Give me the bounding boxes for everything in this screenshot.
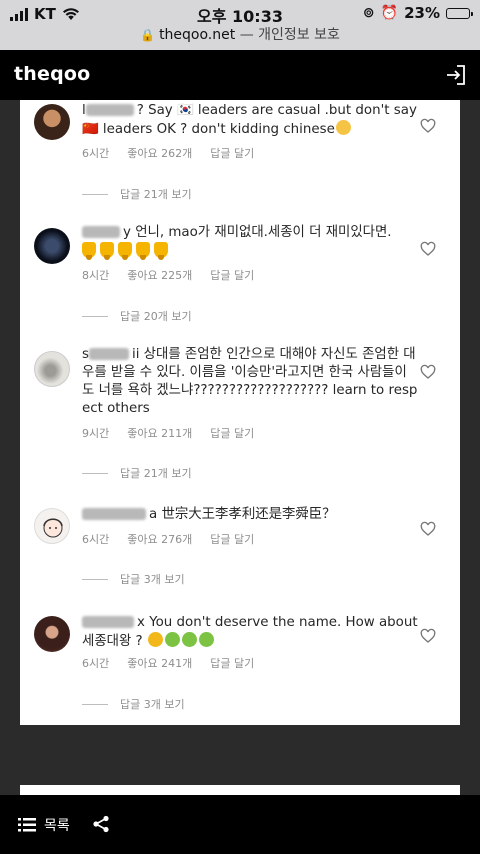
heart-icon[interactable] xyxy=(420,521,436,537)
share-icon[interactable] xyxy=(92,815,110,833)
reply-button[interactable]: 답글 달기 xyxy=(210,655,254,671)
comment-text: x You don't deserve the name. How about … xyxy=(82,614,422,651)
blurred-username xyxy=(82,616,134,628)
comment-meta: 6시간 좋아요 276개 답글 달기 xyxy=(82,531,254,547)
comment-screenshot: l? Say 🇰🇷 leaders are casual .but don't … xyxy=(20,100,460,725)
replies-divider xyxy=(82,578,108,580)
url-separator: — xyxy=(235,27,259,43)
reply-button[interactable]: 답글 달기 xyxy=(210,425,254,441)
view-replies-label: 답글 20개 보기 xyxy=(120,310,192,323)
view-replies-button[interactable]: 답글 21개 보기 xyxy=(82,186,192,202)
view-replies-label: 답글 3개 보기 xyxy=(120,573,185,586)
comment-text: y 언니, mao가 재미없대.세종이 더 재미있다면. xyxy=(82,224,422,261)
shocked-emoji-icon xyxy=(147,632,163,647)
comment-body: 언니, mao가 재미없대.세종이 더 재미있다면. xyxy=(135,225,392,240)
bottom-toolbar: 목록 xyxy=(0,795,480,854)
comment-likes[interactable]: 좋아요 241개 xyxy=(127,655,192,671)
list-icon xyxy=(18,818,36,832)
blurred-username xyxy=(82,226,120,238)
comment-meta: 8시간 좋아요 225개 답글 달기 xyxy=(82,267,254,283)
lock-icon: 🔒 xyxy=(140,28,156,42)
replies-divider xyxy=(82,193,108,195)
url-domain: theqoo.net xyxy=(159,27,236,43)
comment-username: x xyxy=(137,615,145,630)
url-bar[interactable]: 🔒 theqoo.net — 개인정보 보호 xyxy=(0,24,480,44)
cartoon-face-icon xyxy=(43,518,63,538)
avatar xyxy=(34,508,70,544)
thumbs-down-icon xyxy=(118,242,132,260)
replies-divider xyxy=(82,472,108,474)
comment-meta: 6시간 좋아요 241개 답글 달기 xyxy=(82,655,254,671)
comment-likes[interactable]: 좋아요 225개 xyxy=(127,267,192,283)
comment-time: 6시간 xyxy=(82,147,110,160)
comment-likes[interactable]: 좋아요 211개 xyxy=(127,425,192,441)
comment-body: ii 상대를 존엄한 인간으로 대해야 자신도 존엄한 대우를 받을 수 있다.… xyxy=(82,347,418,416)
heart-icon[interactable] xyxy=(420,364,436,380)
comment-time: 8시간 xyxy=(82,269,110,282)
avatar xyxy=(34,104,70,140)
thumbs-down-icon xyxy=(82,242,96,260)
heart-icon[interactable] xyxy=(420,118,436,134)
battery-percent: 23% xyxy=(404,4,440,22)
heart-icon[interactable] xyxy=(420,628,436,644)
nauseated-emoji-icon xyxy=(164,632,180,647)
replies-divider xyxy=(82,315,108,317)
blurred-username xyxy=(82,508,146,520)
login-icon[interactable] xyxy=(444,63,468,87)
alarm-icon: ⏰ xyxy=(380,5,399,21)
site-logo[interactable]: theqoo xyxy=(14,63,90,85)
url-privacy-label: 개인정보 보호 xyxy=(258,27,340,43)
view-replies-label: 답글 21개 보기 xyxy=(120,467,192,480)
blurred-username xyxy=(85,104,134,116)
status-bar: KT 오후 10:33 ⊚ ⏰ 23% 🔒 theqoo.net — 개인정보 보… xyxy=(0,0,480,50)
view-replies-button[interactable]: 답글 20개 보기 xyxy=(82,308,192,324)
site-header: theqoo xyxy=(0,50,480,100)
comment-likes[interactable]: 좋아요 276개 xyxy=(127,531,192,547)
comment-time: 9시간 xyxy=(82,427,110,440)
avatar xyxy=(34,228,70,264)
status-right: ⊚ ⏰ 23% xyxy=(362,4,473,22)
thinking-emoji-icon xyxy=(335,120,351,135)
replies-divider xyxy=(82,703,108,705)
comment-text: a 世宗大王李孝利还是李舜臣？ xyxy=(82,506,422,524)
thumbs-down-icon xyxy=(100,242,114,260)
rotation-lock-icon: ⊚ xyxy=(362,5,375,21)
reply-button[interactable]: 답글 달기 xyxy=(210,531,254,547)
nauseated-emoji-icon xyxy=(181,632,197,647)
heart-icon[interactable] xyxy=(420,241,436,257)
comment-time: 6시간 xyxy=(82,533,110,546)
comment-meta: 9시간 좋아요 211개 답글 달기 xyxy=(82,425,254,441)
comment-username: a xyxy=(149,507,158,522)
blurred-username xyxy=(88,348,129,360)
list-label: 목록 xyxy=(44,818,70,834)
reply-button[interactable]: 답글 달기 xyxy=(210,145,254,161)
next-card-edge xyxy=(20,785,460,795)
battery-icon xyxy=(446,7,473,19)
nauseated-emoji-icon xyxy=(198,632,214,647)
list-button[interactable]: 목록 xyxy=(18,815,70,835)
view-replies-label: 답글 3개 보기 xyxy=(120,698,185,711)
view-replies-button[interactable]: 답글 3개 보기 xyxy=(82,571,185,587)
view-replies-label: 답글 21개 보기 xyxy=(120,188,192,201)
comment-body: 世宗大王李孝利还是李舜臣？ xyxy=(161,507,336,522)
view-replies-button[interactable]: 답글 21개 보기 xyxy=(82,465,192,481)
comment-meta: 6시간 좋아요 262개 답글 달기 xyxy=(82,145,254,161)
avatar xyxy=(34,616,70,652)
avatar xyxy=(34,351,70,387)
comment-text: l? Say 🇰🇷 leaders are casual .but don't … xyxy=(82,102,422,139)
comment-username: y xyxy=(123,225,131,240)
comment-time: 6시간 xyxy=(82,657,110,670)
comment-likes[interactable]: 좋아요 262개 xyxy=(127,145,192,161)
comment-username: s xyxy=(82,347,89,362)
thumbs-down-icon xyxy=(154,242,168,260)
reply-button[interactable]: 답글 달기 xyxy=(210,267,254,283)
thumbs-down-icon xyxy=(136,242,150,260)
comment-text: s ii 상대를 존엄한 인간으로 대해야 자신도 존엄한 대우를 받을 수 있다… xyxy=(82,346,422,418)
view-replies-button[interactable]: 답글 3개 보기 xyxy=(82,696,185,712)
